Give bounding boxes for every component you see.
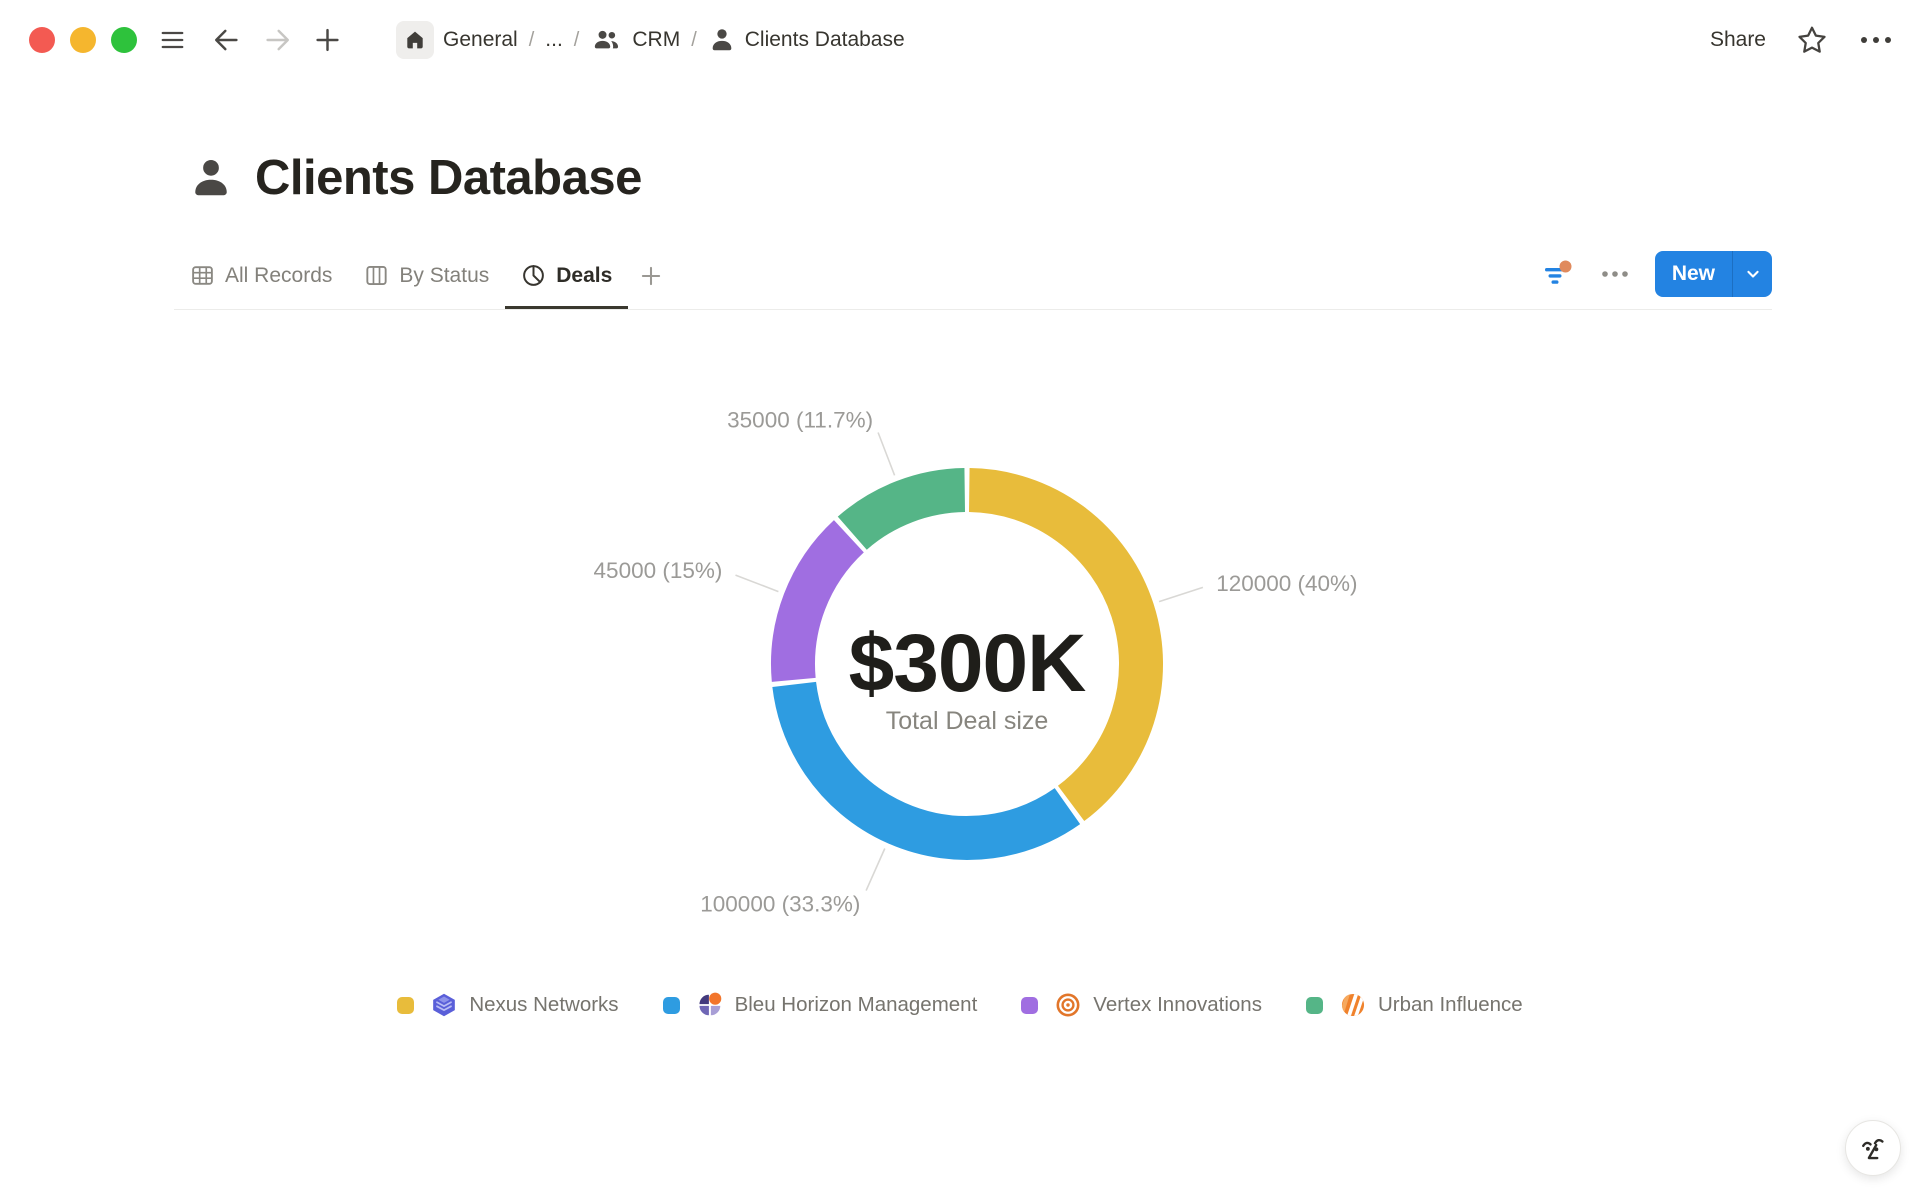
- slice-leader-line: [866, 849, 885, 891]
- breadcrumb-separator: /: [691, 29, 697, 52]
- legend-label: Nexus Networks: [469, 993, 618, 1017]
- breadcrumb-label: ...: [545, 28, 563, 52]
- table-icon: [190, 263, 215, 288]
- forward-button[interactable]: [262, 0, 293, 80]
- legend-label: Vertex Innovations: [1093, 993, 1262, 1017]
- legend-swatch: [1306, 997, 1323, 1014]
- board-icon: [364, 263, 389, 288]
- breadcrumb-separator: /: [529, 29, 535, 52]
- tab-label: By Status: [399, 264, 489, 288]
- filter-active-badge: [1559, 260, 1571, 272]
- arrow-right-icon: [262, 26, 293, 54]
- legend-label: Bleu Horizon Management: [735, 993, 978, 1017]
- legend-item-vertex-innovations[interactable]: Vertex Innovations: [1021, 992, 1262, 1018]
- donut-segment-3[interactable]: [852, 490, 964, 533]
- minimize-window-button[interactable]: [70, 27, 96, 53]
- legend-label: Urban Influence: [1378, 993, 1523, 1017]
- more-options-icon[interactable]: [1858, 25, 1894, 55]
- breadcrumb-separator: /: [574, 29, 580, 52]
- plus-icon: [638, 263, 664, 289]
- deals-donut-chart: 120000 (40%) 100000 (33.3%) 45000 (15%) 350…: [0, 330, 1920, 990]
- page-person-icon: [188, 155, 234, 201]
- breadcrumb: General / ... / CRM / Clients Database: [396, 0, 905, 80]
- slice-value-label: 45000 (15%): [594, 558, 723, 583]
- pie-chart-icon: [521, 263, 546, 288]
- tab-label: Deals: [556, 264, 612, 288]
- window-controls: [29, 27, 137, 53]
- hamburger-icon: [157, 27, 188, 53]
- legend-swatch: [663, 997, 680, 1014]
- breadcrumb-label: General: [443, 28, 518, 52]
- slice-leader-line: [736, 575, 779, 592]
- breadcrumb-item-clients-database[interactable]: Clients Database: [708, 26, 905, 54]
- pie-quadrants-logo-icon: [697, 992, 723, 1018]
- share-button[interactable]: Share: [1710, 28, 1766, 52]
- people-icon: [590, 26, 623, 54]
- breadcrumb-label: CRM: [632, 28, 680, 52]
- home-icon: [396, 21, 434, 59]
- breadcrumb-label: Clients Database: [745, 28, 905, 52]
- chevron-down-icon: [1743, 264, 1763, 284]
- slice-value-label: 100000 (33.3%): [700, 891, 860, 916]
- legend-item-nexus-networks[interactable]: Nexus Networks: [397, 992, 618, 1018]
- layers-cube-logo-icon: [431, 992, 457, 1018]
- target-logo-icon: [1055, 992, 1081, 1018]
- person-icon: [708, 26, 736, 54]
- legend-item-urban-influence[interactable]: Urban Influence: [1306, 992, 1523, 1018]
- notion-ai-button[interactable]: [1845, 1120, 1901, 1176]
- sidebar-menu-button[interactable]: [157, 0, 188, 80]
- view-options-button[interactable]: [1597, 256, 1633, 292]
- chart-center-caption: Total Deal size: [886, 707, 1049, 735]
- view-tabs-bar: All Records By Status Deals: [174, 242, 1772, 310]
- slice-value-label: 35000 (11.7%): [727, 407, 873, 432]
- new-record-button[interactable]: New: [1655, 251, 1772, 297]
- breadcrumb-item-ellipsis[interactable]: ...: [545, 28, 563, 52]
- titlebar: General / ... / CRM / Clients Database S…: [0, 0, 1920, 80]
- new-tab-button[interactable]: [312, 0, 343, 80]
- favorite-star-icon[interactable]: [1796, 24, 1828, 56]
- arrow-left-icon: [211, 26, 242, 54]
- filter-lines-icon: [1541, 260, 1573, 288]
- tab-by-status[interactable]: By Status: [348, 242, 505, 309]
- legend-swatch: [1021, 997, 1038, 1014]
- tab-deals[interactable]: Deals: [505, 242, 628, 309]
- zoom-window-button[interactable]: [111, 27, 137, 53]
- slice-leader-line: [1159, 587, 1203, 601]
- add-view-button[interactable]: [628, 242, 674, 309]
- filter-sort-button[interactable]: [1539, 256, 1575, 292]
- legend-swatch: [397, 997, 414, 1014]
- legend-item-bleu-horizon-management[interactable]: Bleu Horizon Management: [663, 992, 978, 1018]
- chart-legend: Nexus Networks Bleu Horizon Management V…: [0, 992, 1920, 1018]
- tab-all-records[interactable]: All Records: [174, 242, 348, 309]
- striped-circle-logo-icon: [1340, 992, 1366, 1018]
- breadcrumb-item-general[interactable]: General: [396, 21, 518, 59]
- page-title[interactable]: Clients Database: [255, 150, 642, 206]
- donut-segment-2[interactable]: [793, 536, 849, 680]
- new-record-dropdown-button[interactable]: [1732, 251, 1772, 297]
- new-button-label: New: [1655, 262, 1732, 286]
- notion-ai-face-icon: [1858, 1133, 1888, 1163]
- plus-icon: [312, 26, 343, 54]
- back-button[interactable]: [211, 0, 242, 80]
- breadcrumb-item-crm[interactable]: CRM: [590, 26, 680, 54]
- chart-center-total: $300K: [849, 618, 1086, 709]
- slice-leader-line: [878, 433, 895, 476]
- ellipsis-icon: [1599, 260, 1631, 288]
- tab-label: All Records: [225, 264, 332, 288]
- close-window-button[interactable]: [29, 27, 55, 53]
- slice-value-label: 120000 (40%): [1216, 571, 1357, 596]
